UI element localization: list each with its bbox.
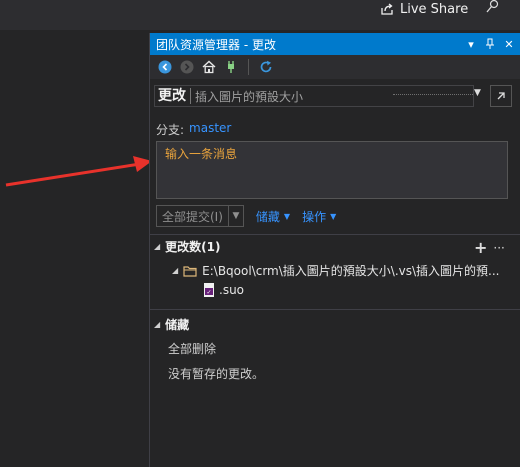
file-name: .suo bbox=[219, 283, 245, 297]
page-selector-row: 更改 插入圖片的預設大小 ▼ bbox=[150, 85, 520, 109]
actions-menu[interactable]: 操作 ▼ bbox=[302, 208, 336, 225]
changes-section-header[interactable]: ◢ 更改数(1) bbox=[154, 238, 220, 255]
live-share-label: Live Share bbox=[400, 1, 469, 17]
section-divider bbox=[150, 234, 520, 235]
commit-message-placeholder: 输入一条消息 bbox=[165, 147, 238, 161]
more-options-icon[interactable]: ··· bbox=[493, 241, 504, 255]
navigate-icon[interactable] bbox=[490, 85, 512, 107]
chevron-down-icon: ▼ bbox=[330, 211, 337, 221]
panel-title-bar: 团队资源管理器 - 更改 ▾ ✕ bbox=[150, 33, 520, 55]
page-selector[interactable]: 更改 插入圖片的預設大小 bbox=[154, 85, 474, 107]
team-explorer-panel: 团队资源管理器 - 更改 ▾ ✕ 更改 插入圖片的預設大小 ▼ 分支: mast… bbox=[149, 33, 520, 467]
stashes-section-header[interactable]: ◢ 储藏 bbox=[154, 316, 189, 333]
commit-dropdown-icon[interactable]: ▼ bbox=[228, 205, 244, 227]
commit-all-button[interactable]: 全部提交(I) bbox=[156, 205, 229, 227]
commit-message-input[interactable]: 输入一条消息 bbox=[156, 141, 508, 199]
feedback-button[interactable] bbox=[484, 0, 500, 16]
back-icon[interactable] bbox=[156, 58, 174, 76]
stashes-header-label: 储藏 bbox=[165, 318, 190, 332]
live-share-button[interactable]: Live Share bbox=[380, 0, 468, 18]
title-tools: ▾ ✕ bbox=[465, 38, 515, 51]
actions-menu-label: 操作 bbox=[302, 209, 327, 224]
folder-path: E:\Bqool\crm\插入圖片的預設大小\.vs\插入圖片的預... bbox=[202, 264, 500, 278]
home-icon[interactable] bbox=[200, 58, 218, 76]
plug-icon[interactable] bbox=[222, 58, 240, 76]
editor-area bbox=[0, 30, 150, 467]
chevron-down-icon: ▼ bbox=[283, 211, 291, 221]
file-tree-item[interactable]: ✓ .suo bbox=[202, 282, 244, 298]
branch-label: 分支: bbox=[156, 123, 185, 137]
page-context: 插入圖片的預設大小 bbox=[195, 89, 304, 104]
delete-all-link[interactable]: 全部删除 bbox=[168, 340, 216, 357]
forward-icon[interactable] bbox=[178, 58, 196, 76]
refresh-icon[interactable] bbox=[257, 58, 275, 76]
collapse-triangle-icon: ◢ bbox=[154, 242, 161, 251]
pin-icon[interactable] bbox=[484, 38, 496, 50]
add-icon[interactable]: + bbox=[474, 238, 487, 257]
stash-menu[interactable]: 储藏 ▼ bbox=[256, 208, 290, 225]
svg-text:✓: ✓ bbox=[206, 289, 211, 296]
toolbar-separator bbox=[248, 59, 249, 75]
navigation-toolbar bbox=[150, 55, 520, 79]
section-divider bbox=[150, 309, 520, 310]
page-dropdown-icon[interactable]: ▼ bbox=[474, 88, 484, 102]
branch-row: 分支: master bbox=[156, 121, 231, 138]
close-icon[interactable]: ✕ bbox=[503, 38, 515, 51]
collapse-triangle-icon: ◢ bbox=[154, 320, 161, 329]
no-stash-message: 没有暂存的更改。 bbox=[168, 367, 265, 381]
page-name: 更改 bbox=[155, 88, 191, 104]
top-toolbar: Live Share bbox=[0, 0, 520, 30]
panel-title: 团队资源管理器 - 更改 bbox=[156, 37, 276, 52]
dotted-separator bbox=[393, 94, 473, 95]
folder-icon bbox=[183, 265, 197, 277]
changes-tools: + ··· bbox=[474, 238, 505, 257]
stash-menu-label: 储藏 bbox=[255, 209, 280, 224]
feedback-icon bbox=[486, 0, 499, 13]
dropdown-icon[interactable]: ▾ bbox=[465, 38, 477, 51]
branch-link[interactable]: master bbox=[189, 121, 231, 138]
file-icon: ✓ bbox=[204, 283, 214, 297]
commit-actions-row: 全部提交(I) ▼ 储藏 ▼ 操作 ▼ bbox=[156, 205, 336, 227]
folder-tree-item[interactable]: ◢ E:\Bqool\crm\插入圖片的預設大小\.vs\插入圖片的預... bbox=[172, 262, 500, 279]
annotation-arrow bbox=[5, 156, 152, 187]
changes-header-label: 更改数(1) bbox=[165, 240, 221, 254]
collapse-triangle-icon: ◢ bbox=[172, 266, 179, 275]
share-icon bbox=[381, 3, 393, 15]
